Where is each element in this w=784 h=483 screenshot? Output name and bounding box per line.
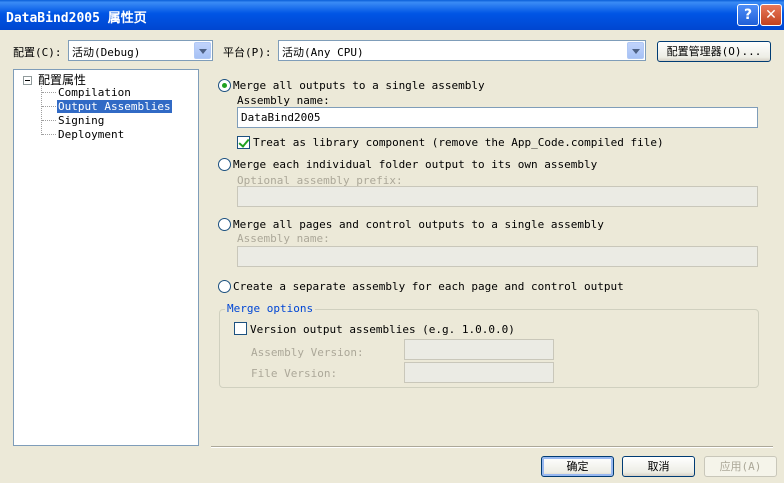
window-title: DataBind2005 属性页 — [6, 11, 147, 26]
merge-each-folder-label[interactable]: Merge each individual folder output to i… — [233, 158, 597, 171]
merge-single-label[interactable]: Merge all outputs to a single assembly — [233, 79, 485, 92]
config-label: 配置(C): — [13, 46, 62, 59]
treat-library-label[interactable]: Treat as library component (remove the A… — [253, 136, 664, 149]
separate-assembly-radio[interactable] — [218, 280, 231, 293]
chevron-down-icon[interactable] — [627, 42, 644, 59]
assembly-version-label: Assembly Version: — [251, 346, 364, 359]
file-version-label: File Version: — [251, 367, 338, 380]
cancel-button[interactable]: 取消 — [622, 456, 695, 477]
merge-single-radio[interactable] — [218, 79, 231, 92]
help-icon: ? — [743, 7, 753, 23]
version-output-checkbox[interactable] — [234, 322, 247, 335]
collapse-icon[interactable] — [23, 76, 32, 85]
tree-item-output-assemblies[interactable]: Output Assemblies — [57, 100, 172, 113]
close-button[interactable]: ✕ — [760, 4, 782, 26]
tree-item-compilation[interactable]: Compilation — [57, 86, 132, 99]
separate-assembly-label[interactable]: Create a separate assembly for each page… — [233, 280, 624, 293]
tree-item-deployment[interactable]: Deployment — [57, 128, 125, 141]
treat-library-checkbox[interactable] — [237, 136, 250, 149]
title-bar: DataBind2005 属性页 ? ✕ — [0, 0, 784, 30]
platform-value: 活动(Any CPU) — [282, 46, 364, 59]
merge-pages-radio[interactable] — [218, 218, 231, 231]
assembly-name-label: Assembly name: — [237, 94, 330, 107]
ok-button[interactable]: 确定 — [541, 456, 614, 477]
close-icon: ✕ — [765, 7, 777, 23]
tree-item-signing[interactable]: Signing — [57, 114, 105, 127]
assembly-name-input[interactable]: DataBind2005 — [237, 107, 758, 128]
apply-button[interactable]: 应用(A) — [704, 456, 777, 477]
config-select[interactable]: 活动(Debug) — [68, 40, 213, 61]
config-value: 活动(Debug) — [72, 46, 141, 59]
file-version-input[interactable] — [404, 362, 554, 383]
tree-connector — [42, 120, 56, 121]
merge-each-folder-radio[interactable] — [218, 158, 231, 171]
config-manager-button[interactable]: 配置管理器(O)... — [657, 41, 771, 62]
tree-connector — [41, 86, 42, 135]
pages-assembly-name-label: Assembly name: — [237, 232, 330, 245]
tree-connector — [42, 106, 56, 107]
version-output-label[interactable]: Version output assemblies (e.g. 1.0.0.0) — [250, 323, 515, 336]
chevron-down-icon[interactable] — [194, 42, 211, 59]
merge-pages-label[interactable]: Merge all pages and control outputs to a… — [233, 218, 604, 231]
assembly-version-input[interactable] — [404, 339, 554, 360]
assembly-name-value: DataBind2005 — [241, 111, 321, 124]
help-button[interactable]: ? — [737, 4, 759, 26]
separator — [211, 446, 773, 448]
assembly-prefix-input[interactable] — [237, 186, 758, 207]
platform-select[interactable]: 活动(Any CPU) — [278, 40, 646, 61]
platform-label: 平台(P): — [223, 46, 272, 59]
merge-options-title: Merge options — [225, 302, 316, 315]
pages-assembly-name-input[interactable] — [237, 246, 758, 267]
property-tree: 配置属性 Compilation Output Assemblies Signi… — [13, 69, 199, 446]
tree-connector — [42, 134, 56, 135]
tree-connector — [42, 92, 56, 93]
